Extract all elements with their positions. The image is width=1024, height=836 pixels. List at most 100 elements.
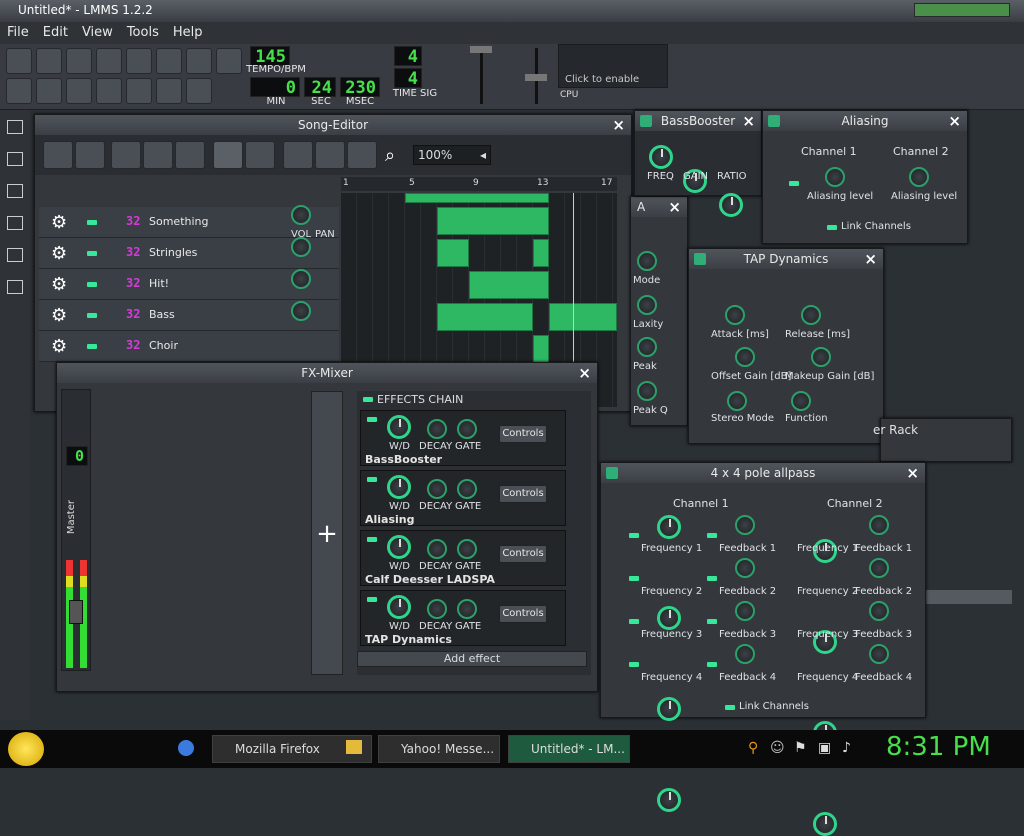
gate-knob[interactable] [457,479,477,499]
track-name[interactable]: Hit! [149,277,169,290]
makeup-gain-knob[interactable] [811,347,831,367]
master-fader[interactable] [69,600,83,624]
master-channel-strip[interactable]: 0 Master [61,389,91,671]
flag-icon[interactable]: ⚑ [794,740,807,756]
mode-knob[interactable] [637,251,657,271]
feedback-knob[interactable] [869,558,889,578]
tempo-display[interactable]: 145 [250,46,290,67]
new-project-icon[interactable] [6,48,32,74]
stop-behaviour-icon[interactable] [347,141,377,169]
decay-knob[interactable] [427,479,447,499]
my-projects-icon[interactable] [7,152,23,166]
rack-scroll[interactable] [926,590,1012,604]
add-effect-button[interactable]: Add effect [357,651,587,667]
effect-slot[interactable]: W/D DECAY GATE Controls Calf Deesser LADSPA [360,530,566,586]
allpass-link-led[interactable] [725,705,735,710]
close-icon[interactable]: × [578,363,591,383]
decay-knob[interactable] [427,419,447,439]
close-icon[interactable]: × [864,249,877,269]
pattern-clip[interactable] [405,193,549,203]
gear-icon[interactable]: ⚙ [51,212,67,233]
add-channel-button[interactable]: + [311,391,343,675]
root-directory-icon[interactable] [7,280,23,294]
mute-led[interactable] [87,220,97,225]
effect-slot[interactable]: W/D DECAY GATE Controls BassBooster [360,410,566,466]
release-knob[interactable] [801,305,821,325]
controls-button[interactable]: Controls [499,545,547,563]
volume-knob[interactable] [291,237,311,257]
export-icon[interactable] [156,48,182,74]
close-icon[interactable]: × [906,463,919,483]
peak-q-knob[interactable] [637,381,657,401]
add-automation-track-icon[interactable] [175,141,205,169]
offset-gain-knob[interactable] [735,347,755,367]
network-icon[interactable]: ▣ [818,740,831,756]
feedback-knob[interactable] [869,515,889,535]
track-name[interactable]: Choir [149,339,178,352]
time-sig-denominator[interactable]: 4 [394,68,422,89]
taskbar-lmms[interactable]: Untitled* - LM... [508,735,630,763]
track-name[interactable]: Bass [149,308,175,321]
feedback-knob[interactable] [735,558,755,578]
effect-slot[interactable]: W/D DECAY GATE Controls TAP Dynamics [360,590,566,646]
track-name[interactable]: Something [149,215,209,228]
new-template-icon[interactable] [36,48,62,74]
mute-led[interactable] [87,251,97,256]
mute-led[interactable] [87,282,97,287]
allpass-led[interactable] [707,576,717,581]
frequency-knob[interactable] [657,515,681,539]
decay-knob[interactable] [427,539,447,559]
frequency-knob[interactable] [657,606,681,630]
pattern-clip[interactable] [437,303,533,331]
recent-projects-icon[interactable] [96,48,122,74]
pattern-clip[interactable] [437,239,469,267]
volume-icon[interactable]: ♪ [842,740,851,756]
effect-enable-led[interactable] [367,477,377,482]
fx-channel-number[interactable]: 32 [126,214,148,230]
frequency-knob[interactable] [657,788,681,812]
controller-rack-icon[interactable] [186,78,212,104]
zoom-select[interactable]: 100% ◂ [413,145,491,165]
menu-edit[interactable]: Edit [36,22,75,40]
time-sig-numerator[interactable]: 4 [394,46,422,67]
menu-file[interactable]: File [0,22,36,40]
auto-scroll-icon[interactable] [283,141,313,169]
menu-view[interactable]: View [75,22,120,40]
wet-dry-knob[interactable] [387,535,411,559]
instrument-plugins-icon[interactable] [7,120,23,134]
cpu-graph[interactable]: Click to enable [558,44,668,88]
channel-1-led[interactable] [789,181,799,186]
decay-knob[interactable] [427,599,447,619]
controls-button[interactable]: Controls [499,425,547,443]
allpass-led[interactable] [629,662,639,667]
timeline-ruler[interactable]: 1 5 9 13 17 [341,177,617,191]
menu-help[interactable]: Help [166,22,210,40]
volume-knob[interactable] [291,269,311,289]
gear-icon[interactable]: ⚙ [51,336,67,357]
mute-led[interactable] [87,344,97,349]
allpass-led[interactable] [629,619,639,624]
allpass-led[interactable] [707,619,717,624]
feedback-knob[interactable] [735,644,755,664]
project-notes-icon[interactable] [156,78,182,104]
stop-icon[interactable] [75,141,105,169]
function-knob[interactable] [791,391,811,411]
volume-knob[interactable] [291,205,311,225]
piano-roll-icon[interactable] [66,78,92,104]
feedback-knob[interactable] [869,601,889,621]
controls-button[interactable]: Controls [499,485,547,503]
aliasing-level-knob-1[interactable] [825,167,845,187]
metronome-icon[interactable] [216,48,242,74]
beat-editor-icon[interactable] [36,78,62,104]
effect-enable-led[interactable] [367,597,377,602]
wet-dry-knob[interactable] [387,595,411,619]
my-samples-icon[interactable] [7,184,23,198]
edit-mode-icon[interactable] [245,141,275,169]
close-icon[interactable]: × [612,115,625,135]
gate-knob[interactable] [457,599,477,619]
freq-knob[interactable] [649,145,673,169]
peak-knob[interactable] [637,337,657,357]
ratio-knob[interactable] [719,193,743,217]
pattern-clip[interactable] [437,207,549,235]
gear-icon[interactable]: ⚙ [51,305,67,326]
